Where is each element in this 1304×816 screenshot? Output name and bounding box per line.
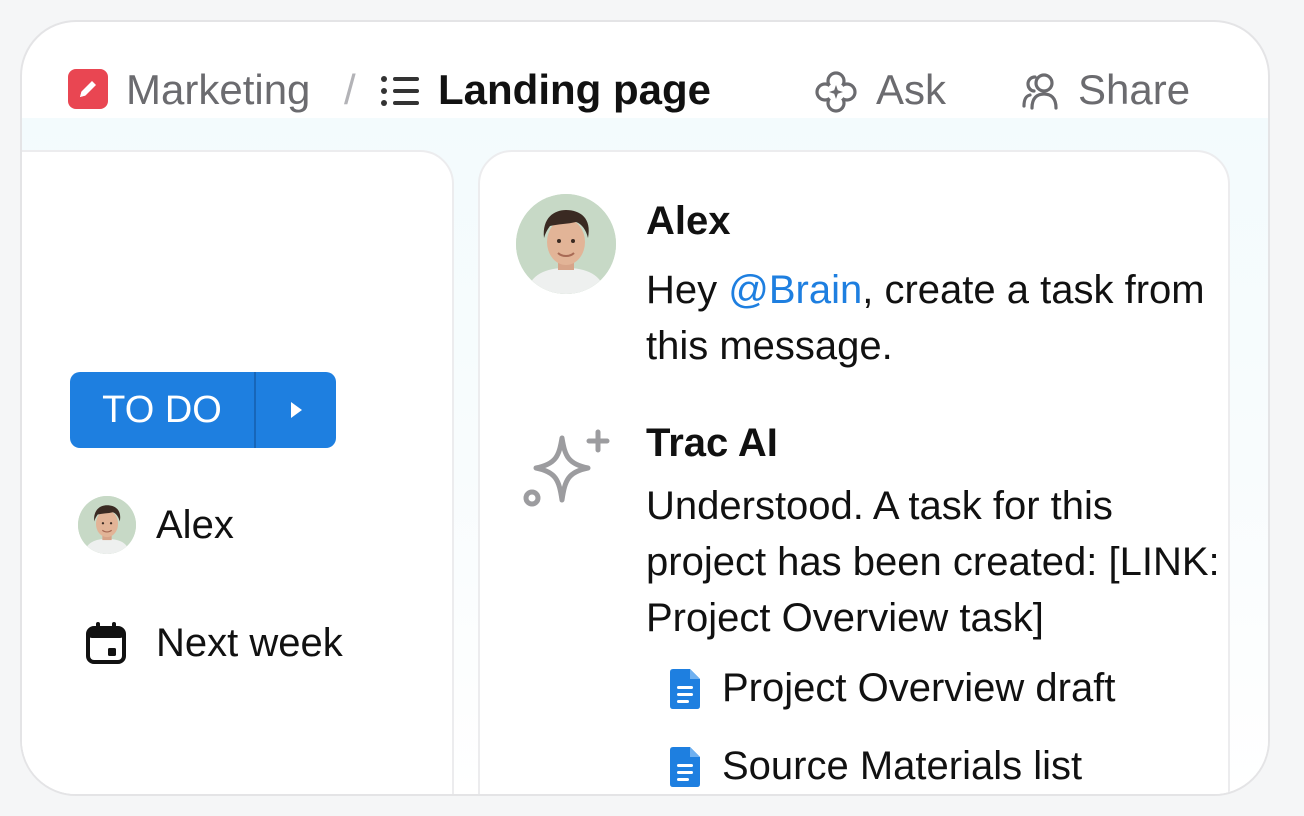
breadcrumb-space[interactable]: Marketing	[126, 66, 310, 114]
document-icon	[670, 747, 700, 787]
status-next-button[interactable]	[254, 372, 336, 448]
task-detail-panel: page TO DO	[22, 150, 454, 794]
calendar-icon	[86, 622, 126, 664]
pencil-icon[interactable]	[68, 69, 108, 109]
avatar	[78, 496, 136, 554]
assignee-name: Alex	[156, 503, 234, 547]
breadcrumb-page-title[interactable]: Landing page	[438, 66, 711, 114]
top-bar: Marketing / Landing page Ask Share	[22, 22, 1268, 152]
avatar	[516, 194, 616, 294]
message-author: Trac AI	[646, 421, 778, 465]
mention-link[interactable]: @Brain	[728, 268, 862, 312]
sparkle-icon	[523, 429, 610, 507]
message-author: Alex	[646, 199, 731, 243]
message-text: Understood. A task for this project has …	[646, 484, 1220, 640]
share-label: Share	[1078, 66, 1191, 113]
list-icon	[381, 76, 419, 106]
play-arrow-icon	[291, 402, 302, 418]
due-date-label: Next week	[156, 621, 343, 665]
ask-label: Ask	[876, 66, 947, 113]
ai-flower-icon	[815, 71, 857, 113]
attachment-label: Project Overview draft	[722, 666, 1116, 710]
message-text-start: Hey	[646, 268, 729, 312]
document-icon	[670, 669, 700, 709]
breadcrumb-separator: /	[344, 66, 356, 113]
status-label: TO DO	[102, 389, 222, 431]
users-icon	[1022, 73, 1058, 110]
message-text: Hey @Brain, create a task from this mess…	[646, 262, 1206, 374]
attachment-label: Source Materials list	[722, 744, 1083, 788]
app-window: Marketing / Landing page Ask Share TO DO…	[20, 20, 1270, 796]
status-button[interactable]: TO DO	[70, 372, 336, 448]
chat-panel: Alex Hey @Brain, create a task from this…	[478, 150, 1230, 794]
